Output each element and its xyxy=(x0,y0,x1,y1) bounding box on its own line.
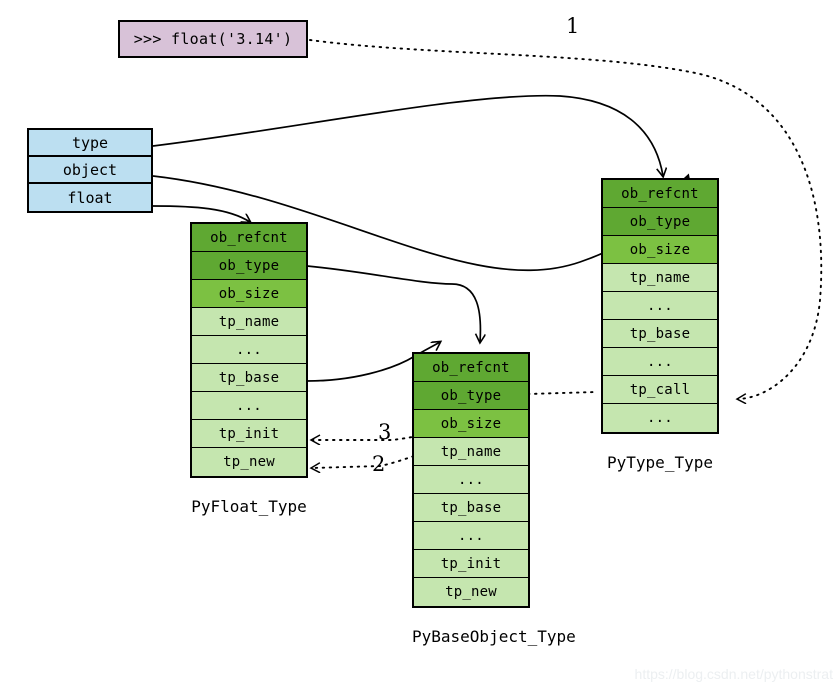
struct-row-label: tp_init xyxy=(440,555,502,572)
struct-row-label: ... xyxy=(647,410,673,426)
struct-row-ellipsisellipsisellipsis: ... xyxy=(603,404,717,432)
struct-row-label: ob_size xyxy=(629,241,691,258)
struct-row-tp_new: tp_new xyxy=(192,448,306,476)
struct-row-label: tp_base xyxy=(218,369,280,386)
struct-row-ob_refcnt: ob_refcnt xyxy=(603,180,717,208)
struct-row-ellipsisellipsisellipsis: ... xyxy=(414,466,528,494)
struct-row-ob_type: ob_type xyxy=(192,252,306,280)
struct-caption-pytype: PyType_Type xyxy=(607,453,713,472)
edge-step1-prompt-to-tpcall xyxy=(309,39,823,399)
struct-caption-pybaseobject: PyBaseObject_Type xyxy=(412,627,576,646)
struct-row-label: ob_refcnt xyxy=(432,359,510,376)
python-prompt-text: >>> float('3.14') xyxy=(133,30,293,48)
struct-row-label: tp_name xyxy=(218,313,280,330)
struct-row-label: ... xyxy=(236,397,262,414)
edge-pyfloat-obtype xyxy=(306,265,480,342)
struct-row-tp_name: tp_name xyxy=(414,438,528,466)
struct-pytype-type: ob_refcnt ob_type ob_size tp_name... tp_base… xyxy=(601,178,719,434)
struct-row-label: tp_name xyxy=(440,443,502,460)
struct-row-label: ... xyxy=(458,527,484,544)
struct-row-ellipsisellipsisellipsis: ... xyxy=(414,522,528,550)
struct-row-tp_base: tp_base xyxy=(414,494,528,522)
edge-float-to-pyfloat xyxy=(152,205,250,222)
name-cell-label: float xyxy=(67,188,113,207)
struct-row-label: ob_refcnt xyxy=(210,229,288,246)
struct-row-tp_name: tp_name xyxy=(603,264,717,292)
struct-row-ob_refcnt: ob_refcnt xyxy=(414,354,528,382)
struct-row-label: tp_new xyxy=(223,454,275,470)
struct-row-ellipsisellipsisellipsis: ... xyxy=(603,292,717,320)
struct-row-label: ... xyxy=(458,471,484,488)
struct-row-label: tp_call xyxy=(629,381,691,398)
struct-row-ellipsisellipsisellipsis: ... xyxy=(192,392,306,420)
struct-row-ob_type: ob_type xyxy=(603,208,717,236)
struct-caption-pyfloat: PyFloat_Type xyxy=(191,497,307,516)
name-cell-label: type xyxy=(71,133,109,152)
struct-row-ellipsisellipsisellipsis: ... xyxy=(603,348,717,376)
python-prompt-box: >>> float('3.14') xyxy=(118,20,308,58)
struct-pybaseobject-type: ob_refcnt ob_type ob_size tp_name... tp_base… xyxy=(412,352,530,608)
struct-row-label: tp_base xyxy=(629,325,691,342)
step-label-1: 1 xyxy=(566,14,580,38)
struct-row-tp_base: tp_base xyxy=(603,320,717,348)
struct-row-label: tp_init xyxy=(218,425,280,442)
struct-row-label: ... xyxy=(647,297,673,314)
struct-row-label: ob_refcnt xyxy=(621,185,699,202)
name-cell-float: float xyxy=(29,184,151,211)
struct-row-ob_size: ob_size xyxy=(414,410,528,438)
struct-row-ob_size: ob_size xyxy=(603,236,717,264)
name-cell-object: object xyxy=(29,157,151,184)
struct-row-tp_call: tp_call xyxy=(603,376,717,404)
struct-row-tp_name: tp_name xyxy=(192,308,306,336)
struct-row-label: ... xyxy=(647,353,673,370)
struct-row-tp_base: tp_base xyxy=(192,364,306,392)
name-binding-stack: type object float xyxy=(27,128,153,213)
diagram-canvas: >>> float('3.14') type object float ob_r… xyxy=(0,0,839,688)
struct-row-tp_init: tp_init xyxy=(192,420,306,448)
watermark: https://blog.csdn.net/pythonstrat xyxy=(634,666,833,682)
struct-row-tp_new: tp_new xyxy=(414,578,528,606)
struct-row-ellipsisellipsisellipsis: ... xyxy=(192,336,306,364)
struct-row-label: ob_size xyxy=(440,415,502,432)
struct-row-label: ob_type xyxy=(629,213,691,230)
name-cell-type: type xyxy=(29,130,151,157)
struct-row-ob_size: ob_size xyxy=(192,280,306,308)
struct-row-label: ob_size xyxy=(218,285,280,302)
step-label-3: 3 xyxy=(378,420,392,444)
struct-row-label: tp_new xyxy=(445,584,497,600)
struct-row-tp_init: tp_init xyxy=(414,550,528,578)
struct-row-label: ... xyxy=(236,341,262,358)
struct-row-label: ob_type xyxy=(218,257,280,274)
step-label-2: 2 xyxy=(372,452,386,476)
struct-row-label: ob_type xyxy=(440,387,502,404)
struct-pyfloat-type: ob_refcnt ob_type ob_size tp_name... tp_base… xyxy=(190,222,308,478)
struct-row-label: tp_base xyxy=(440,499,502,516)
struct-row-ob_refcnt: ob_refcnt xyxy=(192,224,306,252)
struct-row-label: tp_name xyxy=(629,269,691,286)
edge-pybaseobject-obtype-to-pytype xyxy=(527,391,597,395)
struct-row-ob_type: ob_type xyxy=(414,382,528,410)
edge-type-to-pytype xyxy=(152,94,663,176)
name-cell-label: object xyxy=(62,160,118,179)
